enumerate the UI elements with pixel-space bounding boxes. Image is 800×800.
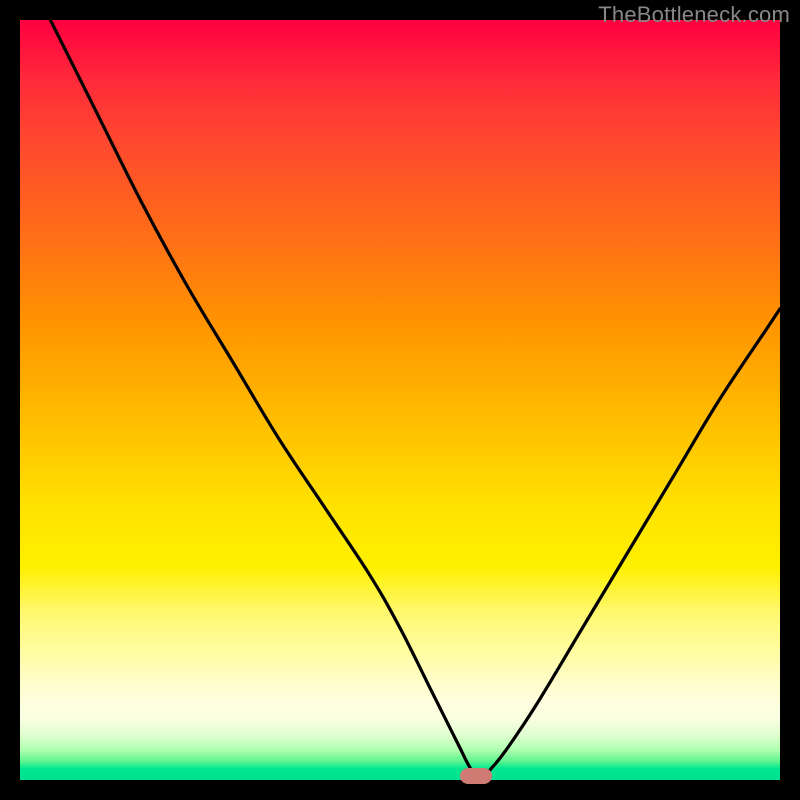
watermark-label: TheBottleneck.com	[598, 2, 790, 28]
plot-area	[20, 20, 780, 780]
bottleneck-point-marker	[460, 768, 492, 784]
chart-container: TheBottleneck.com	[0, 0, 800, 800]
bottleneck-curve	[20, 20, 780, 780]
